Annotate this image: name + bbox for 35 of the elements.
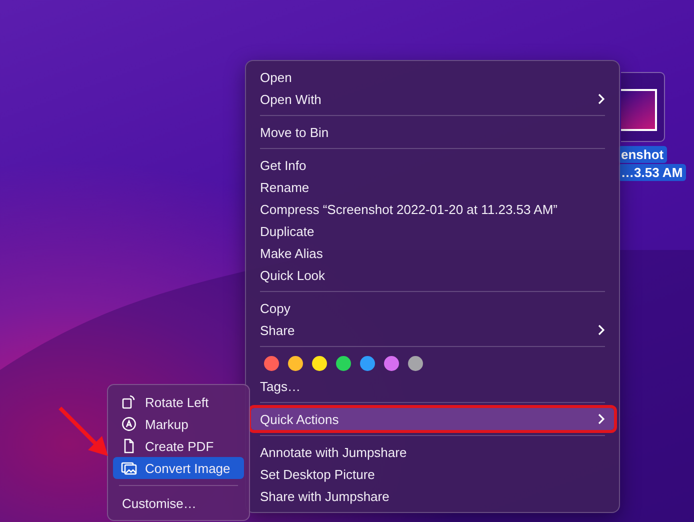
menu-item[interactable]: Share with Jumpshare bbox=[251, 485, 614, 507]
menu-item[interactable]: Duplicate bbox=[251, 220, 614, 242]
menu-item[interactable]: Tags… bbox=[251, 375, 614, 397]
tag-color-dot[interactable] bbox=[360, 356, 375, 371]
menu-item[interactable]: Make Alias bbox=[251, 242, 614, 264]
tag-color-dot[interactable] bbox=[408, 356, 423, 371]
menu-item[interactable]: Open With bbox=[251, 88, 614, 110]
tag-color-dot[interactable] bbox=[384, 356, 399, 371]
file-name-label[interactable]: enshot bbox=[618, 146, 667, 163]
rotate-icon bbox=[121, 394, 137, 410]
tag-color-dot[interactable] bbox=[336, 356, 351, 371]
screenshot-thumbnail[interactable] bbox=[621, 89, 657, 131]
pen-circle-icon bbox=[121, 416, 137, 432]
tag-color-dot[interactable] bbox=[312, 356, 327, 371]
menu-item[interactable]: Share bbox=[251, 319, 614, 341]
menu-item[interactable]: Move to Bin bbox=[251, 121, 614, 143]
submenu-item[interactable]: Markup bbox=[113, 413, 244, 435]
menu-item[interactable]: Open bbox=[251, 66, 614, 88]
images-icon bbox=[121, 460, 137, 476]
menu-item[interactable]: Annotate with Jumpshare bbox=[251, 441, 614, 463]
submenu-item[interactable]: Customise… bbox=[113, 492, 244, 514]
tag-color-dot[interactable] bbox=[288, 356, 303, 371]
menu-item[interactable]: Quick Look bbox=[251, 264, 614, 286]
submenu-item[interactable]: Create PDF bbox=[113, 435, 244, 457]
menu-item[interactable]: Rename bbox=[251, 176, 614, 198]
menu-item[interactable]: Compress “Screenshot 2022-01-20 at 11.23.53 AM” bbox=[251, 198, 614, 220]
tag-color-dot[interactable] bbox=[264, 356, 279, 371]
menu-item[interactable]: Get Info bbox=[251, 154, 614, 176]
menu-item[interactable]: Copy bbox=[251, 297, 614, 319]
menu-item[interactable]: Set Desktop Picture bbox=[251, 463, 614, 485]
file-name-label[interactable]: …3.53 AM bbox=[618, 164, 686, 181]
submenu-item[interactable]: Convert Image bbox=[113, 457, 244, 479]
submenu-item[interactable]: Rotate Left bbox=[113, 391, 244, 413]
menu-item[interactable]: Quick Actions bbox=[251, 408, 614, 430]
file-icon-frame[interactable] bbox=[621, 72, 665, 142]
